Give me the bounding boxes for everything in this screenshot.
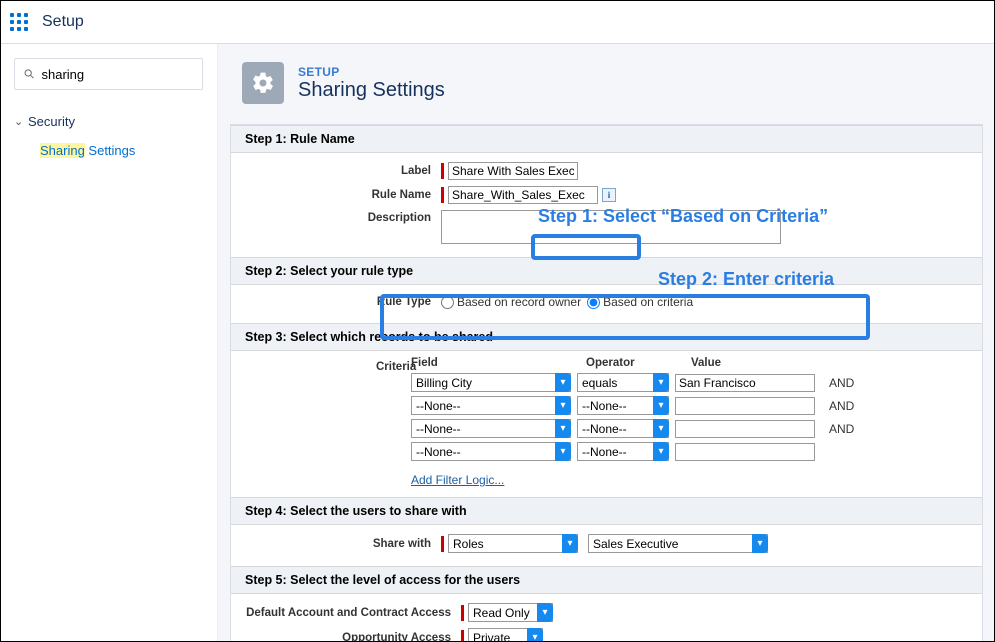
criteria-head-value: Value bbox=[691, 357, 846, 369]
criteria-value-input[interactable] bbox=[675, 443, 815, 461]
criteria-operator-select[interactable]: --None-- bbox=[577, 419, 669, 438]
share-with-label: Share with bbox=[231, 538, 441, 550]
tree-node-sharing-settings[interactable]: Sharing Settings bbox=[34, 139, 203, 162]
criteria-value-input[interactable] bbox=[675, 374, 815, 392]
required-indicator bbox=[461, 630, 464, 642]
criteria-value-input[interactable] bbox=[675, 420, 815, 438]
info-icon[interactable]: i bbox=[602, 188, 616, 202]
setup-sidebar: ⌄ Security Sharing Settings bbox=[0, 44, 218, 642]
global-header: Setup bbox=[0, 0, 995, 44]
criteria-operator-select[interactable]: --None-- bbox=[577, 442, 669, 461]
criteria-head-field: Field bbox=[411, 357, 586, 369]
criteria-and-label: AND bbox=[821, 422, 861, 436]
label-label: Label bbox=[231, 165, 441, 177]
criteria-field-select[interactable]: --None-- bbox=[411, 419, 571, 438]
criteria-section: Criteria Field Operator Value Billing Ci… bbox=[231, 351, 982, 497]
step4-header: Step 4: Select the users to share with bbox=[231, 497, 982, 525]
main-content: SETUP Sharing Settings Step 1: Rule Name… bbox=[218, 44, 995, 642]
rule-type-criteria-option[interactable]: Based on criteria bbox=[587, 295, 693, 309]
required-indicator bbox=[461, 605, 464, 621]
app-title: Setup bbox=[42, 13, 84, 31]
criteria-head-operator: Operator bbox=[586, 357, 691, 369]
required-indicator bbox=[441, 536, 444, 552]
tree-node-label: Security bbox=[28, 114, 75, 129]
criteria-row: --None--▾--None--▾AND bbox=[411, 394, 982, 417]
classic-iframe-panel: Step 1: Rule Name Label Rule Name i Desc… bbox=[230, 124, 983, 642]
required-indicator bbox=[441, 187, 444, 203]
criteria-label: Criteria bbox=[376, 361, 416, 373]
rule-type-criteria-label: Based on criteria bbox=[603, 295, 693, 309]
page-header: SETUP Sharing Settings bbox=[218, 44, 995, 124]
share-with-value-select[interactable]: Sales Executive bbox=[588, 534, 768, 553]
share-with-category-select[interactable]: Roles bbox=[448, 534, 578, 553]
gear-icon bbox=[242, 62, 284, 104]
criteria-row: --None--▾--None--▾ bbox=[411, 440, 982, 463]
criteria-field-select[interactable]: --None-- bbox=[411, 442, 571, 461]
opportunity-access-label: Opportunity Access bbox=[231, 632, 461, 642]
criteria-operator-select[interactable]: --None-- bbox=[577, 396, 669, 415]
page-eyebrow: SETUP bbox=[298, 65, 445, 79]
step1-header: Step 1: Rule Name bbox=[231, 125, 982, 153]
chevron-down-icon: ⌄ bbox=[14, 115, 22, 128]
app-launcher-icon[interactable] bbox=[10, 13, 28, 31]
page-title: Sharing Settings bbox=[298, 79, 445, 102]
tree-node-label-rest: Settings bbox=[85, 143, 136, 158]
step3-header: Step 3: Select which records to be share… bbox=[231, 323, 982, 351]
step5-header: Step 5: Select the level of access for t… bbox=[231, 566, 982, 594]
opportunity-access-select[interactable]: Private bbox=[468, 628, 543, 642]
setup-tree: ⌄ Security Sharing Settings bbox=[14, 110, 203, 162]
criteria-and-label: AND bbox=[821, 376, 861, 390]
rule-name-label: Rule Name bbox=[231, 189, 441, 201]
search-icon bbox=[23, 67, 35, 81]
quick-find-input[interactable] bbox=[41, 67, 194, 82]
rule-type-criteria-radio[interactable] bbox=[587, 296, 600, 309]
account-access-select[interactable]: Read Only bbox=[468, 603, 553, 622]
required-indicator bbox=[441, 163, 444, 179]
criteria-value-input[interactable] bbox=[675, 397, 815, 415]
tree-node-security[interactable]: ⌄ Security bbox=[14, 110, 203, 133]
step2-header: Step 2: Select your rule type bbox=[231, 257, 982, 285]
quick-find-box[interactable] bbox=[14, 58, 203, 90]
rule-type-owner-radio[interactable] bbox=[441, 296, 454, 309]
criteria-row: --None--▾--None--▾AND bbox=[411, 417, 982, 440]
rule-name-input[interactable] bbox=[448, 186, 598, 204]
tree-node-label-highlight: Sharing bbox=[40, 143, 85, 158]
add-filter-logic-link[interactable]: Add Filter Logic... bbox=[411, 473, 504, 487]
account-access-label: Default Account and Contract Access bbox=[231, 607, 461, 619]
criteria-field-select[interactable]: --None-- bbox=[411, 396, 571, 415]
criteria-operator-select[interactable]: equals bbox=[577, 373, 669, 392]
rule-type-label: Rule Type bbox=[231, 296, 441, 308]
description-label: Description bbox=[231, 210, 441, 224]
criteria-field-select[interactable]: Billing City bbox=[411, 373, 571, 392]
criteria-and-label: AND bbox=[821, 399, 861, 413]
rule-type-owner-option[interactable]: Based on record owner bbox=[441, 295, 581, 309]
rule-label-input[interactable] bbox=[448, 162, 578, 180]
rule-type-owner-label: Based on record owner bbox=[457, 295, 581, 309]
criteria-row: Billing City▾equals▾AND bbox=[411, 371, 982, 394]
description-input[interactable] bbox=[441, 210, 781, 244]
